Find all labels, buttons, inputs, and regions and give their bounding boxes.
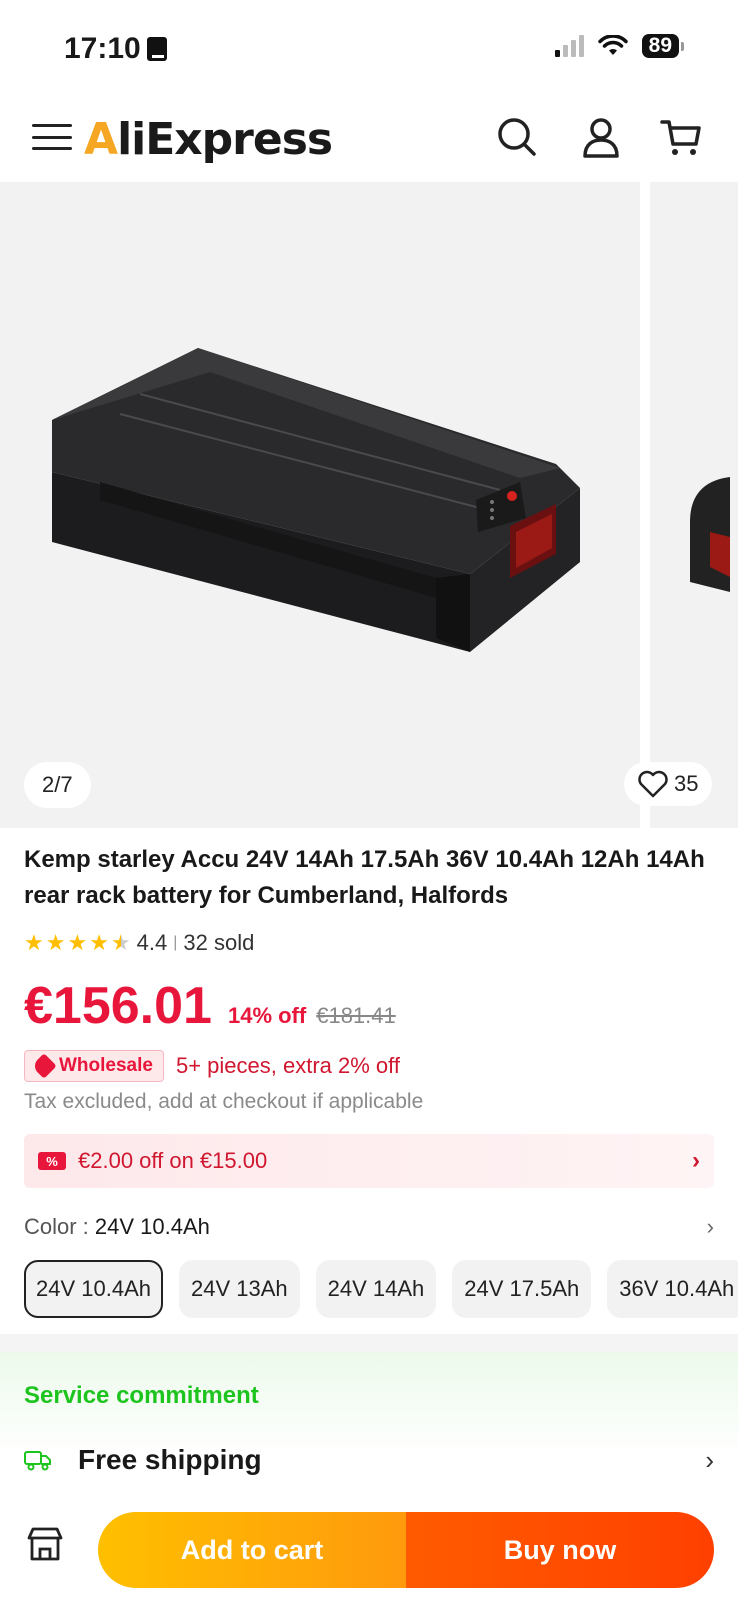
variant-option[interactable]: 24V 14Ah [315,1260,437,1318]
variant-option[interactable]: 24V 17.5Ah [452,1260,592,1318]
variant-option[interactable]: 36V 10.4Ah [607,1260,738,1318]
product-title: Kemp starley Accu 24V 14Ah 17.5Ah 36V 10… [24,846,705,909]
reading-mode-icon [146,37,167,61]
wholesale-label: Wholesale [59,1055,153,1076]
wishlist-count: 35 [674,771,699,796]
purchase-buttons: Add to cart Buy now [98,1512,714,1588]
wholesale-badge: Wholesale [24,1050,164,1082]
variant-option[interactable]: 24V 10.4Ah [24,1260,163,1318]
rating-row[interactable]: ★ ★ ★ ★ ★ 4.4 | 32 sold [24,930,254,956]
color-label-group: Color : 24V 10.4Ah [24,1214,210,1240]
half-star-icon: ★ [110,930,131,955]
product-image [52,348,580,652]
tax-note: Tax excluded, add at checkout if applica… [24,1090,424,1113]
service-title: Service commitment [24,1382,259,1409]
price-row: €156.01 14% off €181.41 [24,976,396,1036]
battery-icon: 89 [641,34,684,58]
aliexpress-logo[interactable]: AliExpress [84,114,333,165]
next-image-preview[interactable] [650,182,738,828]
bottom-action-bar: Add to cart Buy now [0,1502,738,1600]
wholesale-note: 5+ pieces, extra 2% off [175,1053,400,1078]
chevron-right-icon: › [705,1444,714,1475]
section-divider [0,1334,738,1352]
original-price: €181.41 [316,1003,396,1028]
status-bar: 17:10 89 [0,0,738,96]
coupon-banner[interactable]: % €2.00 off on €15.00 › [24,1134,714,1188]
tag-icon [31,1053,57,1079]
app-header: AliExpress [0,96,738,182]
current-price: €156.01 [24,977,212,1035]
variant-options: 24V 10.4Ah 24V 13Ah 24V 14Ah 24V 17.5Ah … [24,1260,738,1318]
coupon-icon: % [38,1152,66,1170]
free-shipping-label: Free shipping [78,1444,262,1475]
color-selector-header[interactable]: Color : 24V 10.4Ah › [24,1214,714,1240]
wishlist-button[interactable]: 35 [624,762,713,806]
buy-now-button[interactable]: Buy now [406,1512,714,1588]
status-time: 17:10 [64,32,141,65]
rating-stars: ★ ★ ★ ★ ★ [24,930,131,956]
account-icon[interactable] [578,114,624,160]
next-product-image [690,477,730,592]
status-indicators: 89 [554,34,684,58]
battery-level: 89 [641,34,679,58]
chevron-right-icon: › [692,1147,700,1174]
wholesale-row[interactable]: Wholesale 5+ pieces, extra 2% off [24,1050,400,1082]
wifi-icon [597,35,628,55]
menu-icon[interactable] [32,120,72,154]
cart-icon[interactable] [658,114,704,160]
truck-icon [24,1451,51,1471]
rating-value: 4.4 [136,930,168,955]
sold-count: 32 sold [183,930,255,955]
service-commitment-section: Service commitment Free shipping › [0,1352,738,1502]
heart-icon [638,770,668,798]
rating-separator: | [173,934,178,951]
signal-icon [554,35,584,57]
gallery-divider [640,182,650,828]
star-icon: ★ [24,930,44,955]
coupon-text: €2.00 off on €15.00 [78,1148,268,1173]
add-to-cart-button[interactable]: Add to cart [98,1512,406,1588]
discount-percent: 14% off [227,1003,307,1028]
star-icon: ★ [45,930,66,955]
color-value: 24V 10.4Ah [94,1214,210,1239]
search-icon[interactable] [494,114,540,160]
color-label: Color : [24,1214,95,1239]
chevron-right-icon: › [706,1214,714,1239]
variant-option[interactable]: 24V 13Ah [178,1260,300,1318]
star-icon: ★ [67,930,88,955]
star-icon: ★ [89,930,109,955]
store-icon[interactable] [26,1526,64,1562]
product-image-gallery[interactable]: 2/7 35 [0,182,738,828]
image-counter: 2/7 [24,762,91,808]
free-shipping-row[interactable]: Free shipping › [24,1444,714,1476]
status-time-group: 17:10 [64,32,167,66]
